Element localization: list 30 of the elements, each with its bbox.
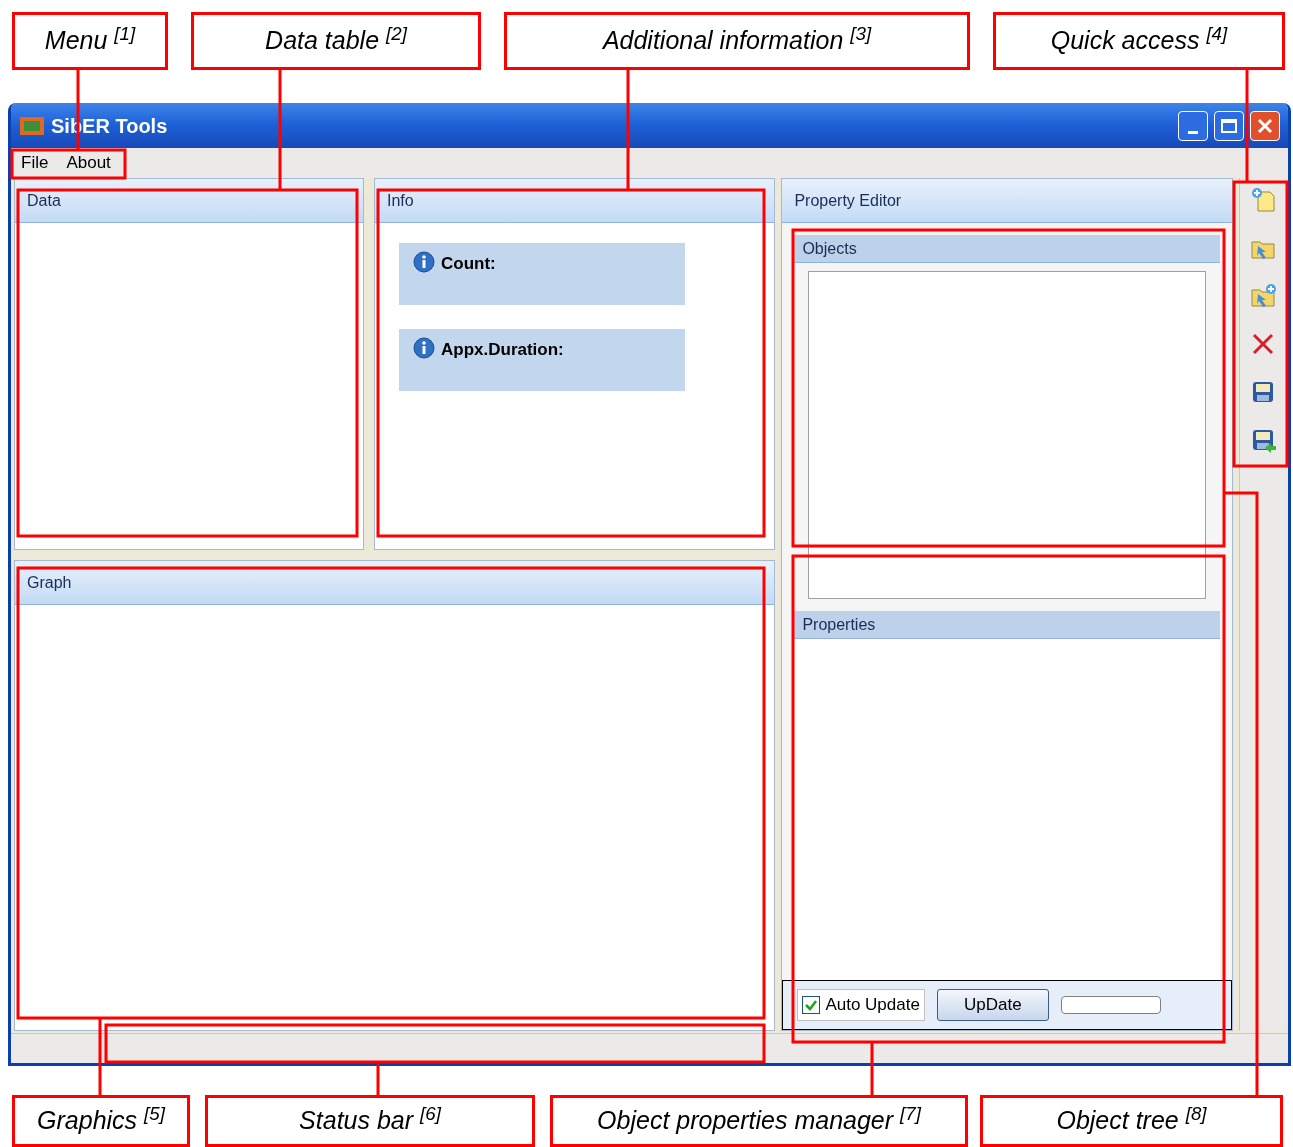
- close-button[interactable]: [1250, 110, 1280, 141]
- callout-label: Object tree $^{[8]}$: [980, 1095, 1283, 1147]
- callout-label: Data table $^{[2]}$: [191, 12, 481, 70]
- leader-line: [376, 1062, 380, 1095]
- checkmark-icon: [804, 998, 819, 1012]
- leader-line: [870, 1042, 874, 1095]
- auto-update-checkbox[interactable]: Auto Update: [797, 989, 925, 1021]
- panel-header: Property Editor: [782, 179, 1233, 223]
- callout-label: Object properties manager $^{[7]}$: [550, 1095, 968, 1147]
- update-button[interactable]: UpDate: [936, 989, 1049, 1021]
- info-icon: [413, 251, 435, 273]
- panel-header: Info: [375, 179, 775, 223]
- minimize-button[interactable]: [1178, 110, 1208, 141]
- maximize-button[interactable]: [1214, 110, 1244, 141]
- callout-label: Status bar $^{[6]}$: [205, 1095, 535, 1147]
- menu-item[interactable]: About: [66, 150, 111, 176]
- callout-label: Menu $^{[1]}$: [12, 12, 168, 70]
- close-icon: [1256, 116, 1274, 135]
- menu-item[interactable]: File: [21, 150, 49, 176]
- info-label: Count:: [441, 253, 496, 275]
- panel-header: Properties: [794, 611, 1221, 639]
- panel-header: Graph: [15, 561, 775, 605]
- callout-label: Graphics $^{[5]}$: [12, 1095, 190, 1147]
- info-label: Appx.Duration:: [441, 339, 564, 361]
- panel-header: Objects: [794, 235, 1221, 263]
- app-icon: [19, 114, 45, 137]
- folder-plus-icon[interactable]: [1248, 282, 1277, 310]
- callout-label: Quick access $^{[4]}$: [993, 12, 1285, 70]
- info-icon: [413, 337, 435, 359]
- callout-label: Additional information $^{[3]}$: [504, 12, 970, 70]
